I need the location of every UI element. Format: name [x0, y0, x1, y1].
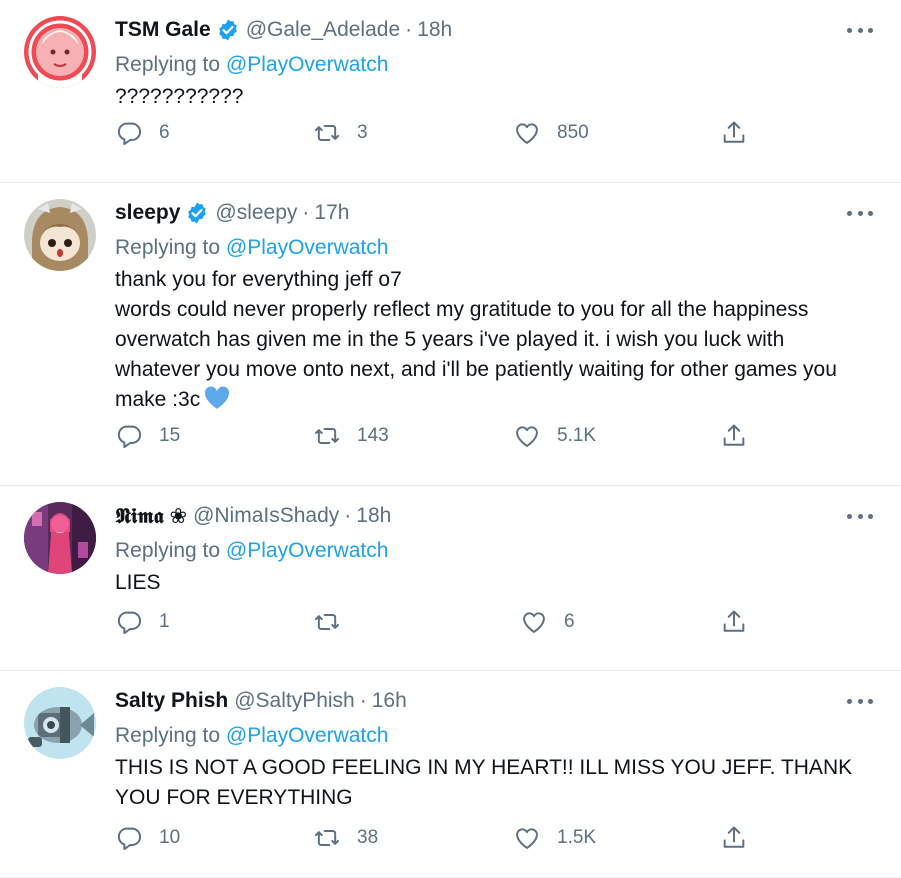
tweet-actions: 6 3 850 [115, 118, 861, 148]
tweet-header: Salty Phish @SaltyPhish · 16h [115, 685, 861, 717]
display-name[interactable]: 𝕹𝖎𝖒𝖆 ❀ [115, 504, 187, 529]
tweet-card[interactable]: TSM Gale @Gale_Adelade · 18h Replying to… [0, 0, 901, 183]
display-name[interactable]: Salty Phish [115, 689, 228, 713]
like-button[interactable]: 6 [520, 607, 575, 637]
tweet-actions: 15 143 5.1K [115, 421, 861, 451]
reply-count: 6 [159, 122, 170, 143]
tweet-actions: 1 6 [115, 607, 861, 637]
avatar-image [24, 16, 96, 88]
avatar-salty-phish[interactable] [24, 687, 96, 759]
replying-to-link[interactable]: @PlayOverwatch [226, 539, 389, 562]
share-button[interactable] [720, 607, 748, 637]
share-button[interactable] [720, 421, 748, 451]
display-name[interactable]: TSM Gale [115, 18, 211, 42]
share-button[interactable] [720, 118, 748, 148]
blue-heart-icon [205, 386, 230, 409]
avatar-nima[interactable] [24, 502, 96, 574]
share-upload-icon [723, 121, 745, 143]
retweet-button[interactable]: 143 [313, 421, 389, 451]
tweet-text: LIES [115, 571, 161, 594]
like-button[interactable]: 1.5K [513, 823, 596, 853]
avatar-sleepy[interactable] [24, 199, 96, 271]
replying-to-line: Replying to @PlayOverwatch [115, 722, 861, 750]
tweet-text: THIS IS NOT A GOOD FEELING IN MY HEART!!… [115, 756, 858, 809]
tweet-text: ??????????? [115, 85, 244, 108]
reply-bubble-icon [117, 122, 141, 146]
user-handle[interactable]: @SaltyPhish [234, 689, 355, 713]
heart-outline-icon [523, 612, 545, 633]
retweet-button[interactable] [313, 607, 357, 637]
reply-button[interactable]: 1 [115, 607, 170, 637]
reply-count: 1 [159, 611, 170, 632]
user-handle[interactable]: @sleepy [215, 201, 297, 225]
retweet-arrows-icon [314, 125, 340, 141]
replying-to-link[interactable]: @PlayOverwatch [226, 53, 389, 76]
tweet-card[interactable]: sleepy @sleepy · 17h Replying to @PlayOv… [0, 183, 901, 486]
replying-to-link[interactable]: @PlayOverwatch [226, 236, 389, 259]
user-handle[interactable]: @NimaIsShady [193, 504, 339, 528]
tweet-card[interactable]: 𝕹𝖎𝖒𝖆 ❀ @NimaIsShady · 18h Replying to @P… [0, 486, 901, 671]
display-name[interactable]: sleepy [115, 201, 180, 225]
avatar-image [24, 687, 96, 759]
reply-feed: TSM Gale @Gale_Adelade · 18h Replying to… [0, 0, 901, 878]
retweet-button[interactable]: 3 [313, 118, 368, 148]
reply-count: 10 [159, 827, 181, 848]
retweet-count: 38 [357, 827, 379, 848]
reply-bubble-icon [117, 611, 141, 635]
replying-to-label: Replying to [115, 53, 221, 76]
tweet-timestamp[interactable]: 18h [417, 18, 452, 42]
replying-to-line: Replying to @PlayOverwatch [115, 537, 861, 565]
tweet-actions: 10 38 1.5K [115, 823, 861, 853]
like-count: 5.1K [557, 425, 597, 446]
avatar-image [24, 502, 96, 574]
retweet-arrows-icon [314, 428, 340, 444]
heart-outline-icon [516, 426, 538, 447]
tweet-card[interactable]: Salty Phish @SaltyPhish · 16h Replying t… [0, 671, 901, 878]
separator-dot: · [359, 689, 367, 712]
tweet-header: 𝕹𝖎𝖒𝖆 ❀ @NimaIsShady · 18h [115, 500, 861, 532]
replying-to-line: Replying to @PlayOverwatch [115, 51, 861, 79]
like-count: 6 [564, 611, 575, 632]
replying-to-label: Replying to [115, 236, 221, 259]
heart-outline-icon [516, 828, 538, 849]
avatar-image [24, 199, 96, 271]
separator-dot: · [405, 18, 413, 41]
tweet-header: TSM Gale @Gale_Adelade · 18h [115, 14, 861, 46]
verified-badge-icon [218, 19, 237, 41]
tweet-timestamp[interactable]: 17h [314, 201, 349, 225]
like-count: 850 [557, 122, 589, 143]
replying-to-link[interactable]: @PlayOverwatch [226, 724, 389, 747]
tweet-timestamp[interactable]: 18h [356, 504, 391, 528]
reply-bubble-icon [117, 425, 141, 449]
reply-button[interactable]: 10 [115, 823, 180, 853]
verified-badge-icon [188, 202, 207, 224]
retweet-count: 143 [357, 425, 389, 446]
replying-to-label: Replying to [115, 539, 221, 562]
heart-outline-icon [516, 123, 538, 144]
like-count: 1.5K [557, 827, 597, 848]
avatar-tsm-gale[interactable] [24, 16, 96, 88]
replying-to-line: Replying to @PlayOverwatch [115, 234, 861, 262]
reply-button[interactable]: 15 [115, 421, 180, 451]
retweet-arrows-icon [314, 614, 340, 630]
reply-bubble-icon [117, 827, 141, 851]
user-handle[interactable]: @Gale_Adelade [246, 18, 400, 42]
separator-dot: · [302, 201, 310, 224]
retweet-count: 3 [357, 122, 368, 143]
like-button[interactable]: 5.1K [513, 421, 596, 451]
retweet-arrows-icon [314, 830, 340, 846]
tweet-header: sleepy @sleepy · 17h [115, 197, 861, 229]
share-upload-icon [723, 424, 745, 446]
reply-count: 15 [159, 425, 181, 446]
share-upload-icon [723, 826, 745, 848]
replying-to-label: Replying to [115, 724, 221, 747]
reply-button[interactable]: 6 [115, 118, 170, 148]
separator-dot: · [344, 504, 352, 527]
tweet-text: thank you for everything jeff o7 words c… [115, 265, 861, 415]
like-button[interactable]: 850 [513, 118, 589, 148]
share-button[interactable] [720, 823, 748, 853]
tweet-timestamp[interactable]: 16h [372, 689, 407, 713]
retweet-button[interactable]: 38 [313, 823, 378, 853]
share-upload-icon [723, 610, 745, 632]
